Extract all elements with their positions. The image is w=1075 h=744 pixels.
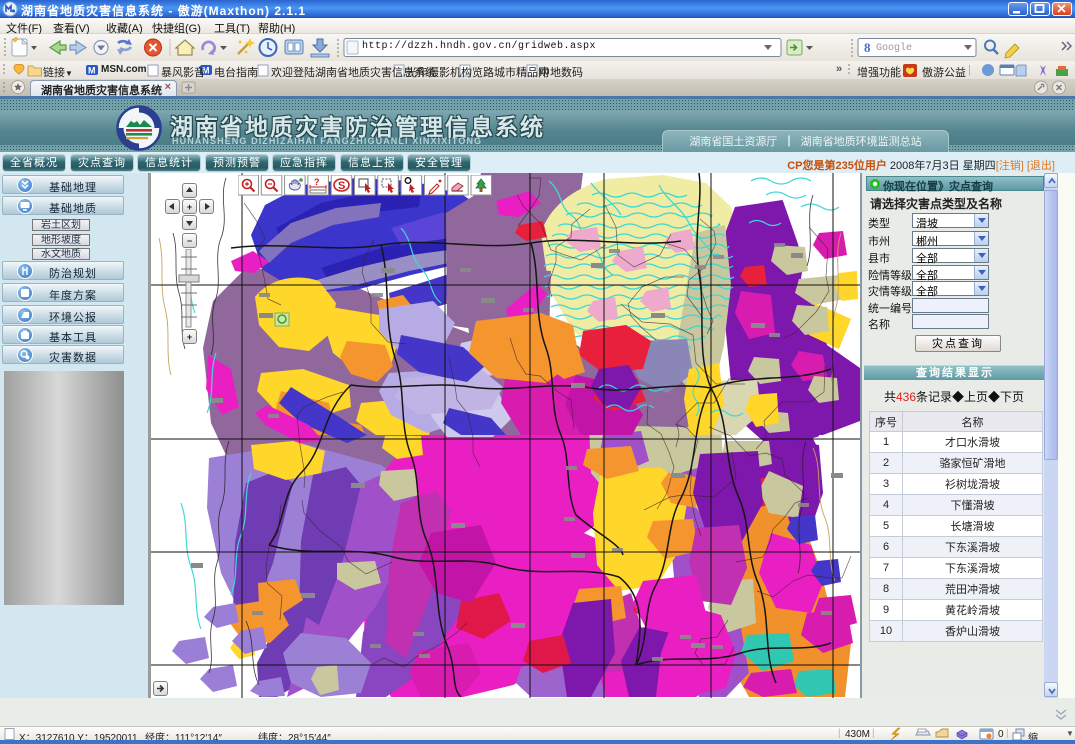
- svg-text:Google: Google: [876, 42, 912, 54]
- svg-text:8: 8: [864, 40, 871, 55]
- svg-text:?: ?: [314, 177, 320, 187]
- svg-text:S: S: [338, 180, 345, 192]
- svg-text:M: M: [88, 66, 96, 76]
